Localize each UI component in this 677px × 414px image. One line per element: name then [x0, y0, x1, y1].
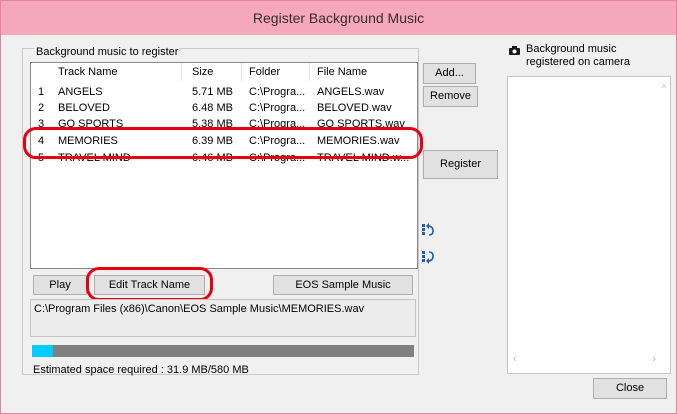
move-down-icon[interactable] — [421, 249, 435, 265]
group-label: Background music to register — [34, 46, 181, 58]
camera-music-list[interactable]: ^ ‹ › — [507, 76, 671, 374]
estimated-space-text: Estimated space required : 31.9 MB/580 M… — [33, 364, 249, 376]
track-size: 5.71 MB — [192, 86, 233, 98]
camera-list-label-line2: registered on camera — [526, 56, 630, 68]
track-file: ANGELS.wav — [317, 86, 385, 98]
track-file: BELOVED.wav — [317, 102, 392, 114]
track-list[interactable]: Track Name Size Folder File Name 1 ANGEL… — [30, 62, 418, 269]
track-name: BELOVED — [58, 102, 110, 114]
row-number: 1 — [38, 86, 45, 98]
column-folder[interactable]: Folder — [249, 66, 280, 78]
track-size: 6.48 MB — [192, 102, 233, 114]
remove-label: Remove — [430, 90, 471, 102]
eos-sample-music-label: EOS Sample Music — [295, 279, 391, 291]
scroll-left-arrow[interactable]: ‹ — [513, 353, 517, 365]
add-label: Add... — [435, 67, 464, 79]
column-file-name[interactable]: File Name — [317, 66, 367, 78]
highlight-selected-row — [23, 127, 423, 159]
remove-button[interactable]: Remove — [423, 86, 478, 107]
close-button[interactable]: Close — [593, 378, 667, 399]
register-button[interactable]: Register — [423, 150, 498, 179]
scroll-up-arrow[interactable]: ^ — [662, 83, 666, 93]
file-path-text: C:\Program Files (x86)\Canon\EOS Sample … — [34, 303, 365, 315]
window-title: Register Background Music — [252, 10, 425, 26]
camera-list-label-line1: Background music — [526, 43, 617, 55]
column-divider[interactable] — [181, 63, 182, 81]
file-path-display: C:\Program Files (x86)\Canon\EOS Sample … — [30, 299, 416, 337]
track-folder: C:\Progra... — [249, 102, 306, 114]
add-button[interactable]: Add... — [423, 63, 476, 84]
space-progress-bar — [32, 345, 414, 357]
column-divider[interactable] — [309, 63, 310, 81]
track-name: ANGELS — [58, 86, 103, 98]
column-divider[interactable] — [241, 63, 242, 81]
table-row[interactable]: 1 ANGELS 5.71 MB C:\Progra... ANGELS.wav — [31, 85, 417, 101]
highlight-edit-button — [86, 267, 213, 301]
track-folder: C:\Progra... — [249, 86, 306, 98]
space-progress-fill — [32, 345, 53, 357]
eos-sample-music-button[interactable]: EOS Sample Music — [273, 275, 413, 295]
move-up-icon[interactable] — [421, 222, 435, 238]
column-track-name[interactable]: Track Name — [58, 66, 118, 78]
camera-icon — [509, 44, 520, 55]
register-label: Register — [440, 158, 481, 170]
table-row[interactable]: 2 BELOVED 6.48 MB C:\Progra... BELOVED.w… — [31, 101, 417, 117]
play-button[interactable]: Play — [33, 275, 87, 295]
row-number: 2 — [38, 102, 45, 114]
column-size[interactable]: Size — [192, 66, 213, 78]
scroll-right-arrow[interactable]: › — [652, 353, 656, 365]
close-label: Close — [615, 382, 645, 394]
title-bar[interactable]: Register Background Music — [1, 1, 676, 35]
track-list-header: Track Name Size Folder File Name — [31, 63, 417, 81]
play-label: Play — [49, 279, 71, 291]
